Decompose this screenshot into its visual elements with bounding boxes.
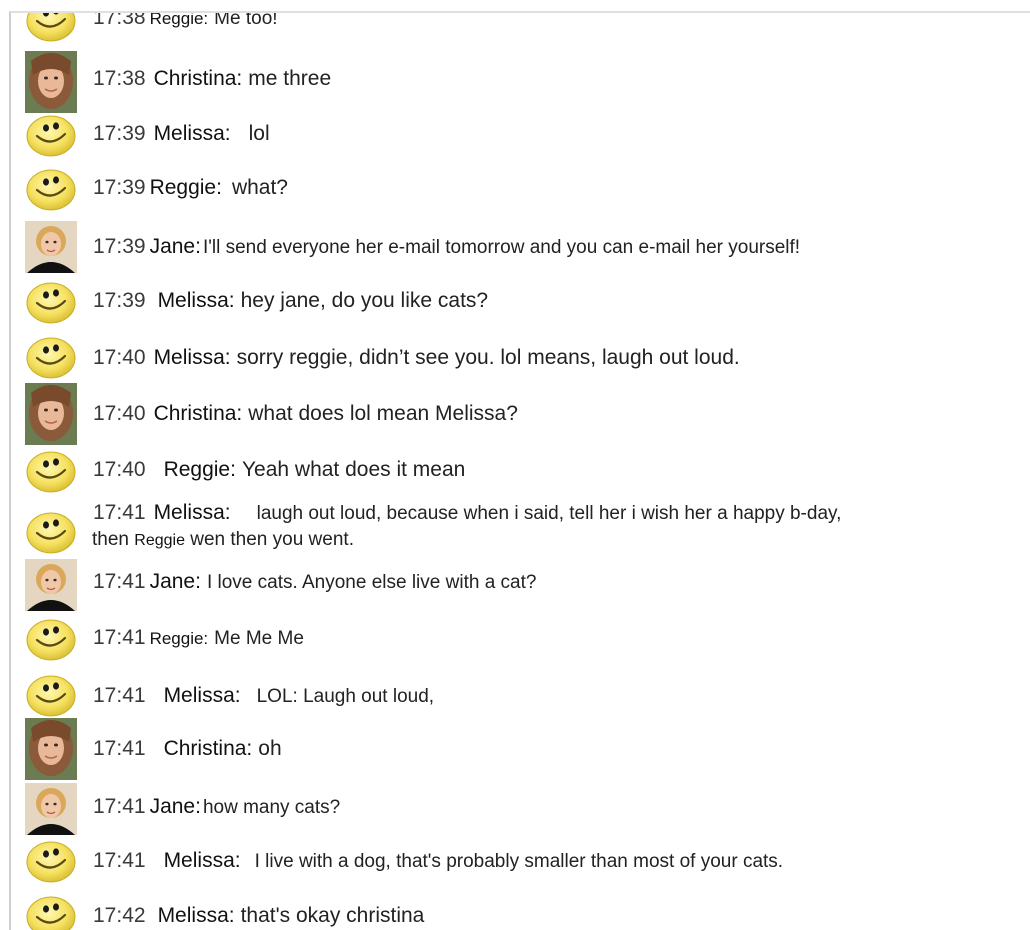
smiley-icon (25, 840, 77, 884)
message-time: 17:41 (93, 737, 146, 760)
message-sender: Christina: (153, 402, 243, 425)
message-text: Me Me Me (214, 628, 304, 649)
message-sender: Reggie: (149, 11, 209, 28)
message-text: oh (258, 737, 282, 760)
message-time: 17:39 (93, 176, 146, 199)
message-text: what? (231, 176, 288, 199)
message-text: Me too! (214, 11, 278, 29)
message-text: laugh out loud, because when i said, tel… (256, 503, 842, 524)
message-text: that's okay christina (240, 904, 425, 927)
christina-photo (25, 383, 77, 445)
message-sender: Reggie: (149, 629, 209, 648)
jane-photo (25, 559, 77, 611)
message-text: I live with a dog, that's probably small… (254, 851, 784, 872)
chat-message: 17:41 Melissa: laugh out loud, because whe… (25, 501, 1030, 559)
smiley-icon (25, 895, 77, 930)
message-sender: Melissa: (163, 684, 241, 707)
message-text: I'll send everyone her e-mail tomorrow a… (202, 237, 801, 258)
message-sender: Jane: (149, 235, 201, 258)
message-time: 17:41 (93, 849, 146, 872)
message-mention: Reggie (134, 532, 185, 549)
message-text: Yeah what does it mean (241, 458, 466, 481)
chat-log[interactable]: 17:38 Reggie: Me too! 17:38 Christina: me th… (9, 11, 1030, 930)
message-time: 17:40 (93, 346, 146, 369)
message-text: I love cats. Anyone else live with a cat… (206, 572, 537, 593)
message-text: lol (248, 122, 270, 145)
message-time: 17:41 (93, 570, 146, 593)
message-time: 17:39 (93, 289, 146, 312)
smiley-icon (25, 336, 77, 380)
message-time: 17:40 (93, 458, 146, 481)
message-text-continued: then (92, 529, 129, 550)
smiley-icon (25, 450, 77, 494)
message-sender: Reggie: (149, 176, 222, 199)
message-text: LOL: Laugh out loud, (256, 686, 435, 707)
message-sender: Christina: (153, 67, 243, 90)
message-time: 17:39 (93, 235, 146, 258)
message-time: 17:42 (93, 904, 146, 927)
message-text: sorry reggie, didn’t see you. lol means,… (236, 346, 740, 369)
message-time: 17:41 (93, 501, 146, 524)
message-sender: Melissa: (153, 122, 231, 145)
message-sender: Jane: (149, 795, 201, 818)
message-sender: Jane: (149, 570, 201, 593)
message-text: hey jane, do you like cats? (240, 289, 489, 312)
smiley-icon (25, 168, 77, 212)
smiley-icon (25, 511, 77, 555)
message-text-continued: wen then you went. (190, 529, 354, 550)
message-text: me three (248, 67, 332, 90)
message-text: what does lol mean Melissa? (248, 402, 518, 425)
message-sender: Melissa: (157, 289, 235, 312)
smiley-icon (25, 11, 77, 43)
message-sender: Melissa: (153, 501, 231, 524)
message-sender: Melissa: (153, 346, 231, 369)
message-time: 17:41 (93, 684, 146, 707)
message-time: 17:38 (93, 67, 146, 90)
smiley-icon (25, 674, 77, 718)
christina-photo (25, 718, 77, 780)
message-time: 17:40 (93, 402, 146, 425)
message-sender: Reggie: (163, 458, 236, 481)
chat-message: 17:38 Reggie: Me too! (25, 11, 1030, 39)
message-time: 17:41 (93, 795, 146, 818)
message-time: 17:41 (93, 626, 146, 649)
jane-photo (25, 783, 77, 835)
message-sender: Christina: (163, 737, 253, 760)
message-text: how many cats? (202, 797, 341, 818)
message-time: 17:39 (93, 122, 146, 145)
smiley-icon (25, 281, 77, 325)
message-sender: Melissa: (157, 904, 235, 927)
jane-photo (25, 221, 77, 273)
message-sender: Melissa: (163, 849, 241, 872)
smiley-icon (25, 618, 77, 662)
christina-photo (25, 51, 77, 113)
smiley-icon (25, 114, 77, 158)
message-time: 17:38 (93, 11, 146, 29)
